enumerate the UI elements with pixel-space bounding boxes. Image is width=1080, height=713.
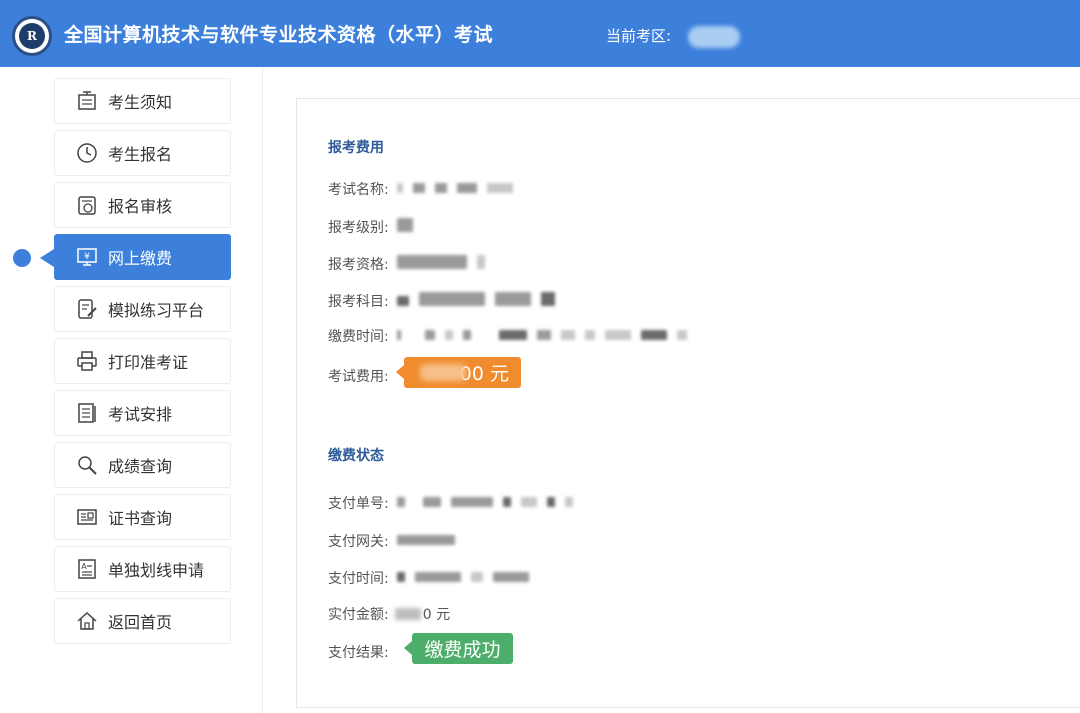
sidebar-item-label: 成绩查询 [108, 457, 173, 476]
sidebar-item-label: 报名审核 [108, 197, 173, 216]
active-indicator-dot [13, 249, 31, 267]
qualification-row: 报考资格: [328, 254, 495, 274]
sidebar-item-registration[interactable]: 考生报名 [54, 130, 231, 176]
svg-text:A: A [81, 562, 87, 571]
sidebar-item-exam-schedule[interactable]: 考试安排 [54, 390, 231, 436]
fee-label: 考试费用: [328, 369, 389, 385]
logo-mark: R [19, 23, 45, 49]
payment-status-section-title: 缴费状态 [328, 448, 384, 464]
subject-redacted [396, 292, 565, 310]
sidebar-item-certificate-query[interactable]: 证书查询 [54, 494, 231, 540]
monitor-yen-icon: ¥ [75, 245, 99, 269]
sidebar-item-notice[interactable]: 考生须知 [54, 78, 231, 124]
pay-time-redacted [396, 570, 539, 586]
svg-text:¥: ¥ [84, 252, 90, 262]
amount-value-group: 0 元 [394, 604, 451, 624]
printer-icon [75, 349, 99, 373]
payment-time-label: 缴费时间: [328, 329, 389, 345]
gateway-row: 支付网关: [328, 531, 465, 551]
payment-time-row: 缴费时间: [328, 326, 697, 346]
pay-time-label: 支付时间: [328, 571, 389, 587]
amount-redacted [394, 608, 421, 620]
sidebar-item-label: 模拟练习平台 [108, 301, 205, 320]
sidebar-item-label: 证书查询 [108, 509, 173, 528]
site-title: 全国计算机技术与软件专业技术资格（水平）考试 [64, 24, 494, 46]
fee-amount-tag: 00 元 [396, 357, 521, 388]
exam-logo: R [12, 16, 52, 56]
fee-row: 考试费用: [328, 366, 389, 386]
gateway-redacted [396, 533, 465, 549]
top-header: R 全国计算机技术与软件专业技术资格（水平）考试 当前考区: [0, 0, 1080, 67]
sidebar-divider [262, 67, 263, 713]
gateway-label: 支付网关: [328, 534, 389, 550]
pencil-document-icon [75, 297, 99, 321]
sidebar-item-practice-platform[interactable]: 模拟练习平台 [54, 286, 231, 332]
sidebar-item-print-admission[interactable]: 打印准考证 [54, 338, 231, 384]
level-row: 报考级别: [328, 217, 423, 237]
sidebar-item-label: 返回首页 [108, 613, 173, 632]
order-number-row: 支付单号: [328, 493, 583, 513]
sidebar-item-label: 考试安排 [108, 405, 173, 424]
active-indicator-arrow [40, 249, 54, 267]
certificate-icon [75, 505, 99, 529]
exam-name-label: 考试名称: [328, 182, 389, 198]
amount-row: 实付金额: 0 元 [328, 604, 450, 624]
pay-time-row: 支付时间: [328, 568, 539, 588]
current-region-value-redacted [688, 26, 740, 48]
subject-row: 报考科目: [328, 291, 565, 311]
sidebar-item-home[interactable]: 返回首页 [54, 598, 231, 644]
review-icon [75, 193, 99, 217]
exam-name-row: 考试名称: [328, 179, 523, 199]
current-region-label: 当前考区: [606, 27, 672, 45]
result-row: 支付结果: [328, 642, 389, 662]
fee-section-title: 报考费用 [328, 140, 384, 156]
order-number-label: 支付单号: [328, 496, 389, 512]
sidebar-item-online-payment[interactable]: ¥ 网上缴费 [54, 234, 231, 280]
home-icon [75, 609, 99, 633]
sidebar-item-label: 考生须知 [108, 93, 173, 112]
amount-label: 实付金额: [328, 607, 389, 623]
result-label: 支付结果: [328, 645, 389, 661]
sidebar-item-review[interactable]: 报名审核 [54, 182, 231, 228]
magnifier-icon [75, 453, 99, 477]
payment-time-redacted [396, 328, 697, 344]
fee-amount-redacted [420, 364, 466, 381]
sidebar-item-label: 单独划线申请 [108, 561, 205, 580]
level-label: 报考级别: [328, 220, 389, 236]
qualification-redacted [396, 255, 495, 273]
qualification-label: 报考资格: [328, 257, 389, 273]
fee-amount-value: 00 元 [459, 363, 509, 385]
sidebar-item-separate-cutoff[interactable]: A 单独划线申请 [54, 546, 231, 592]
sidebar-item-label: 打印准考证 [108, 353, 189, 372]
sidebar-item-score-query[interactable]: 成绩查询 [54, 442, 231, 488]
exam-name-redacted [396, 181, 523, 197]
clock-icon [75, 141, 99, 165]
payment-success-badge: 缴费成功 [404, 633, 513, 664]
application-form-icon: A [75, 557, 99, 581]
notice-board-icon [75, 89, 99, 113]
order-number-redacted [396, 495, 583, 511]
document-list-icon [75, 401, 99, 425]
sidebar-item-label: 考生报名 [108, 145, 173, 164]
amount-value: 0 元 [422, 607, 451, 623]
subject-label: 报考科目: [328, 294, 389, 310]
sidebar-item-label: 网上缴费 [108, 249, 173, 268]
level-redacted [396, 218, 423, 236]
